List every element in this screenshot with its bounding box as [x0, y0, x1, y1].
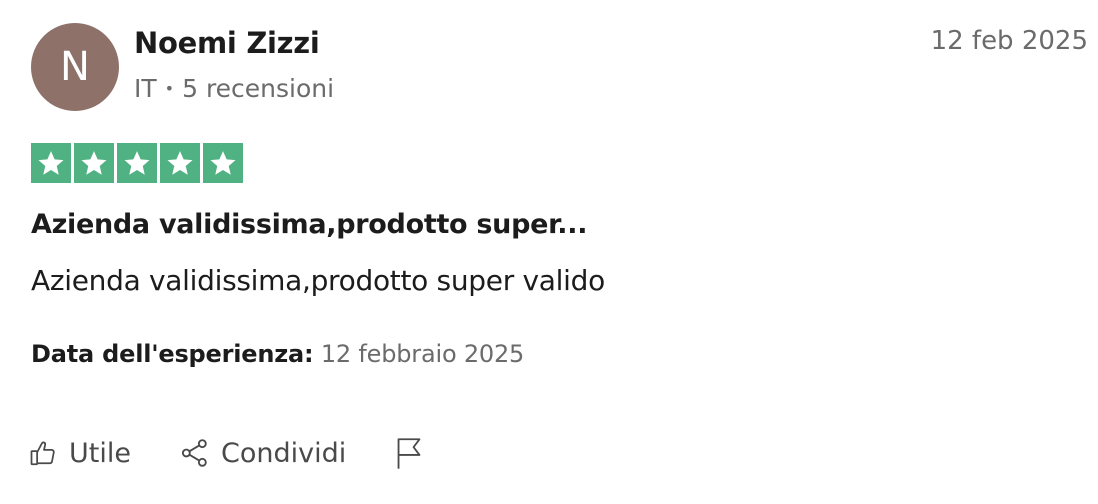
review-title[interactable]: Azienda validissima,prodotto super... [31, 209, 587, 240]
reviewer-meta: IT • 5 recensioni [134, 74, 334, 103]
star-rating [31, 143, 243, 183]
reviewer-name[interactable]: Noemi Zizzi [134, 26, 320, 60]
share-button[interactable]: Condividi [179, 437, 346, 469]
star-icon [117, 143, 157, 183]
reviewer-country: IT [134, 74, 157, 103]
share-icon [179, 437, 211, 469]
share-label: Condividi [220, 437, 347, 469]
meta-separator: • [164, 79, 175, 98]
experience-date-label: Data dell'esperienza: [31, 340, 314, 368]
experience-date: Data dell'esperienza: 12 febbraio 2025 [31, 340, 524, 368]
star-icon [203, 143, 243, 183]
review-date: 12 feb 2025 [930, 26, 1088, 56]
review-actions: Utile Condividi [29, 436, 424, 470]
star-icon [74, 143, 114, 183]
review-body: Azienda validissima,prodotto super valid… [31, 264, 605, 297]
star-icon [31, 143, 71, 183]
experience-date-value: 12 febbraio 2025 [320, 340, 525, 368]
flag-icon [394, 436, 424, 470]
avatar: N [31, 23, 119, 111]
reviewer-review-count: 5 recensioni [182, 74, 335, 103]
report-button[interactable] [394, 436, 424, 470]
useful-label: Utile [69, 437, 131, 469]
useful-button[interactable]: Utile [29, 438, 131, 469]
avatar-initial: N [60, 44, 90, 90]
thumbs-up-icon [29, 438, 59, 468]
star-icon [160, 143, 200, 183]
